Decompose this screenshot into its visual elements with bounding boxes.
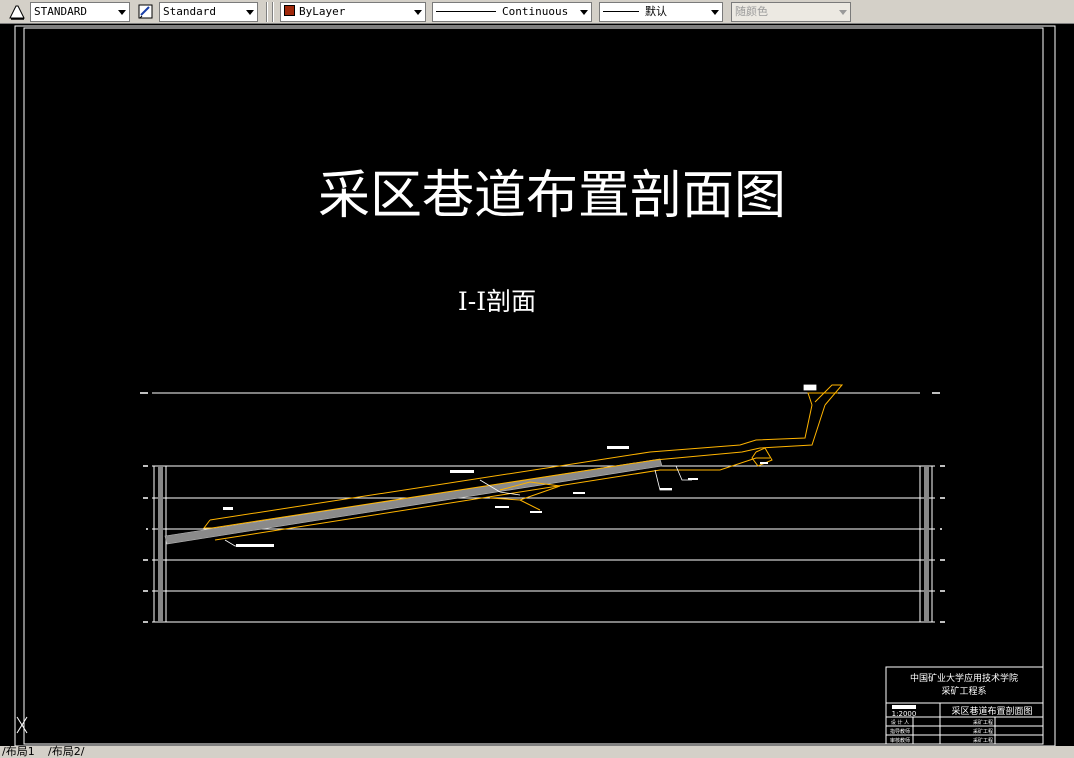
text-style-icon[interactable]	[8, 3, 26, 21]
dim-style-icon[interactable]	[137, 3, 155, 21]
title-block-row-left: 指导教师	[890, 728, 910, 735]
inner-frame	[23, 27, 1044, 745]
toolbar-separator	[272, 2, 274, 22]
chevron-down-icon	[839, 10, 847, 15]
plot-style-value: 随颜色	[735, 5, 768, 18]
title-block-row-right: 采矿工程	[973, 737, 993, 744]
chevron-down-icon	[246, 10, 254, 15]
text-style-select[interactable]: STANDARD	[30, 2, 130, 22]
dim-style-value: Standard	[163, 5, 216, 18]
layout-tabs: /布局1 /布局2/	[0, 746, 1074, 758]
drawing-title: 采区巷道布置剖面图	[318, 166, 786, 226]
section-label: I-I剖面	[458, 287, 536, 316]
tab-layout2-label: 布局2	[51, 745, 81, 758]
boundary-pillar-right	[919, 465, 933, 623]
ucs-icon	[16, 716, 28, 734]
title-block-school: 中国矿业大学应用技术学院	[910, 672, 1018, 684]
linetype-preview	[436, 11, 496, 12]
boundary-pillar-left	[153, 465, 167, 623]
dim-style-select[interactable]: Standard	[159, 2, 258, 22]
lineweight-preview	[603, 11, 639, 12]
chevron-down-icon	[711, 10, 719, 15]
tab-layout2[interactable]: /布局2/	[48, 746, 84, 758]
title-block-department: 采矿工程系	[941, 685, 986, 697]
chevron-down-icon	[118, 10, 126, 15]
title-block-row-right: 采矿工程	[973, 728, 993, 735]
chevron-down-icon	[414, 10, 422, 15]
color-select[interactable]: ByLayer	[280, 2, 426, 22]
toolbar-separator	[266, 2, 268, 22]
annotation-marks	[223, 446, 768, 547]
title-block-drawing-name: 采区巷道布置剖面图	[951, 705, 1032, 717]
lineweight-select[interactable]: 默认	[599, 2, 723, 22]
title-block-row-left: 设 计 人	[891, 719, 909, 726]
properties-toolbar: STANDARD Standard ByLayer Continuous 默认 …	[0, 0, 1074, 24]
color-value: ByLayer	[299, 5, 346, 18]
paper-frame	[14, 25, 1056, 746]
lineweight-value: 默认	[645, 5, 667, 18]
color-swatch	[284, 5, 295, 16]
coal-seam	[164, 458, 663, 545]
title-block-scale: 1:2000	[892, 710, 917, 718]
linetype-value: Continuous	[502, 5, 569, 18]
title-block-row-left: 审核教师	[890, 737, 910, 744]
plot-style-select: 随颜色	[731, 2, 851, 22]
tab-layout1[interactable]: /布局1	[2, 746, 35, 758]
text-style-value: STANDARD	[34, 5, 87, 18]
title-block: 中国矿业大学应用技术学院 采矿工程系 采区巷道布置剖面图 1:2000 设 计 …	[885, 666, 1044, 745]
linetype-select[interactable]: Continuous	[432, 2, 592, 22]
chevron-down-icon	[580, 10, 588, 15]
drawing-canvas[interactable]: 采区巷道布置剖面图 I-I剖面 中国矿业大学应用技术学院 采矿工程系 采区巷道布…	[0, 24, 1074, 746]
tab-layout1-label: 布局1	[5, 745, 35, 758]
title-block-row-right: 采矿工程	[973, 719, 993, 726]
